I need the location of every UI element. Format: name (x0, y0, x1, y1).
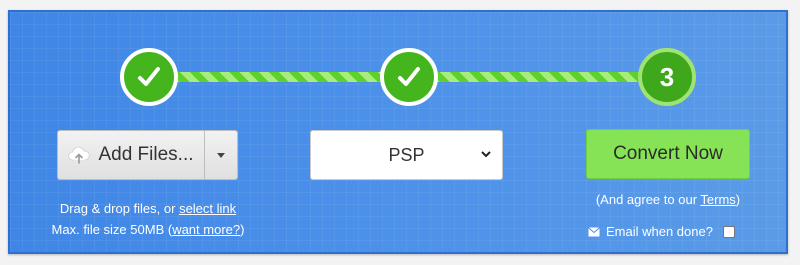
drag-drop-text: Drag & drop files, or (59, 201, 180, 216)
email-label: Email when done? (606, 224, 713, 239)
caret-down-icon (217, 152, 225, 158)
converter-panel: 3 Add Files... Drag & drop files, or sel… (8, 10, 788, 254)
chevron-down-icon (481, 151, 491, 158)
convert-now-button[interactable]: Convert Now (586, 129, 750, 179)
progress-track-2 (420, 72, 660, 82)
add-files-dropdown-toggle[interactable] (204, 131, 237, 179)
email-when-done: Email when done? (588, 224, 735, 239)
add-files-button[interactable]: Add Files... (58, 131, 204, 179)
select-link[interactable]: select link (179, 201, 236, 216)
max-size-hint: Max. file size 50MB (want more?) (30, 222, 266, 237)
step-number: 3 (659, 61, 675, 92)
checkmark-icon (138, 67, 160, 86)
step-3-current: 3 (638, 48, 696, 106)
step-1-complete (120, 48, 178, 106)
envelope-icon (588, 226, 600, 236)
email-checkbox[interactable] (722, 225, 735, 238)
agree-terms-text: (And agree to our Terms) (576, 192, 760, 207)
agree-prefix: (And agree to our (595, 192, 701, 207)
drag-drop-hint: Drag & drop files, or select link (30, 201, 266, 216)
progress-track-1 (160, 72, 400, 82)
step-2-complete (380, 48, 438, 106)
format-select-value: PSP (388, 144, 425, 165)
max-size-suffix: ) (240, 222, 245, 237)
agree-suffix: ) (735, 192, 741, 207)
max-size-text: Max. file size 50MB ( (51, 222, 173, 237)
convert-now-label: Convert Now (613, 143, 723, 164)
format-select[interactable]: PSP (310, 130, 503, 180)
checkmark-icon (398, 67, 420, 86)
cloud-upload-icon (68, 146, 91, 164)
want-more-link[interactable]: want more? (172, 222, 240, 237)
add-files-button-group: Add Files... (57, 130, 238, 180)
add-files-label: Add Files... (98, 144, 194, 165)
terms-link[interactable]: Terms (700, 192, 735, 207)
